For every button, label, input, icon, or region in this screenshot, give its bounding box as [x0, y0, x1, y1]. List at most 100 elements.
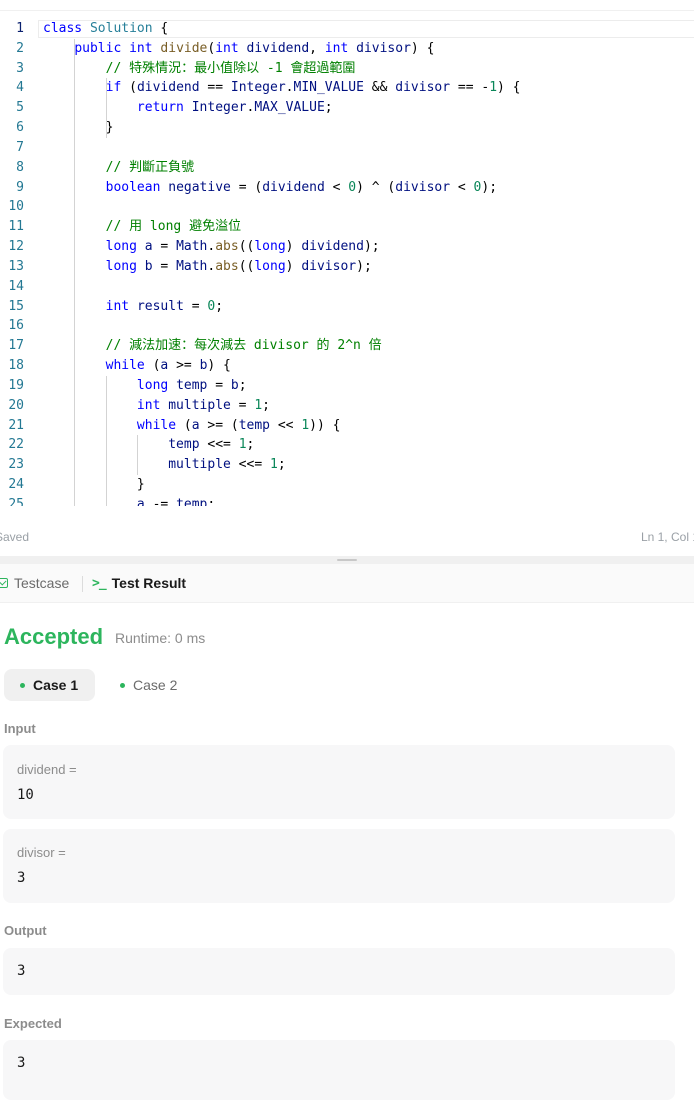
code-line[interactable]: 7 [0, 138, 694, 158]
code-text: boolean negative = (dividend < 0) ^ (div… [43, 178, 497, 198]
code-token: while [136, 417, 177, 433]
expected-value: 3 [17, 1055, 26, 1071]
code-token: = ( [230, 179, 263, 195]
input-dividend-name: dividend = [17, 762, 77, 777]
code-token: ; [238, 377, 247, 393]
code-token: a [144, 239, 153, 255]
tab-testcase-label: Testcase [14, 575, 70, 591]
code-token: (( [238, 239, 255, 255]
code-line[interactable]: 15 int result = 0; [0, 297, 694, 317]
code-token: // 判斷正負號 [105, 159, 195, 175]
code-token: MAX_VALUE [254, 100, 325, 116]
code-token: ); [481, 179, 498, 195]
code-line[interactable]: 24 } [0, 475, 694, 495]
code-token: int [105, 298, 130, 314]
code-text: a -= temp; [43, 495, 215, 506]
case-2-tab[interactable]: Case 2 [104, 669, 194, 701]
code-token: ; [262, 397, 270, 413]
code-line[interactable]: 18 while (a >= b) { [0, 356, 694, 376]
code-line[interactable]: 23 multiple <<= 1; [0, 455, 694, 475]
code-token: ( [144, 358, 161, 374]
code-token: && [363, 80, 396, 96]
case-1-label: Case 1 [33, 677, 79, 693]
terminal-icon: >_ [92, 575, 107, 591]
code-token: // 特殊情況：最小值除以 -1 會超過範圍 [105, 60, 356, 76]
code-line[interactable]: 1 class Solution { [0, 19, 694, 39]
code-line[interactable]: 4 if (dividend == Integer.MIN_VALUE && d… [0, 78, 694, 98]
code-line[interactable]: 19 long temp = b; [0, 376, 694, 396]
case-1-tab[interactable]: Case 1 [4, 669, 95, 701]
code-line[interactable]: 22 temp <<= 1; [0, 435, 694, 455]
save-status: Saved [0, 530, 30, 544]
line-number: 4 [16, 80, 24, 96]
code-editor[interactable]: 1 class Solution {2 public int divide(int… [0, 0, 694, 556]
code-line[interactable]: 17 // 減法加速：每次減去 divisor 的 2^n 倍 [0, 336, 694, 356]
pass-dot-icon [120, 682, 125, 688]
code-line[interactable]: 12 long a = Math.abs((long) dividend); [0, 237, 694, 257]
code-token: ); [363, 239, 380, 255]
line-number: 15 [8, 298, 24, 314]
code-token: abs [215, 258, 239, 274]
code-token: Integer [191, 100, 247, 116]
checkbox-icon [0, 578, 8, 588]
code-line[interactable]: 14 [0, 277, 694, 297]
code-text: multiple <<= 1; [43, 455, 285, 475]
tab-divider [82, 576, 83, 592]
code-token: ) ^ ( [356, 179, 396, 195]
code-line[interactable]: 11 // 用 long 避免溢位 [0, 217, 694, 237]
code-line[interactable]: 16 [0, 316, 694, 336]
code-token: = [207, 377, 231, 393]
indent-guide [136, 435, 138, 476]
code-line[interactable]: 3 // 特殊情況：最小值除以 -1 會超過範圍 [0, 59, 694, 79]
indent-guide [105, 78, 107, 138]
code-token: <<= [230, 457, 270, 473]
tab-testcase[interactable]: Testcase [0, 575, 69, 591]
code-line[interactable]: 2 public int divide(int dividend, int di… [0, 39, 694, 59]
code-text: } [43, 118, 114, 138]
code-line[interactable]: 9 boolean negative = (dividend < 0) ^ (d… [0, 178, 694, 198]
line-number: 21 [8, 417, 24, 433]
code-line[interactable]: 21 while (a >= (temp << 1)) { [0, 416, 694, 436]
line-number: 14 [8, 278, 24, 294]
code-line[interactable]: 25 a -= temp; [0, 495, 694, 506]
code-token: dividend [246, 40, 310, 56]
line-number: 8 [16, 159, 24, 175]
code-token: ( [121, 80, 137, 96]
code-line[interactable]: 8 // 判斷正負號 [0, 158, 694, 178]
code-token: divisor [395, 179, 451, 195]
tab-test-result-label: Test Result [111, 575, 187, 591]
code-token: divisor [301, 258, 357, 274]
line-number: 19 [8, 377, 24, 393]
resize-grip-icon [337, 559, 357, 561]
code-token: = [183, 298, 208, 314]
code-line[interactable]: 13 long b = Math.abs((long) divisor); [0, 257, 694, 277]
line-number: 10 [8, 199, 24, 215]
line-number: 3 [16, 60, 24, 76]
code-line[interactable]: 20 int multiple = 1; [0, 396, 694, 416]
code-line[interactable]: 10 [0, 197, 694, 217]
code-token: temp [176, 496, 208, 506]
code-area[interactable]: 1 class Solution {2 public int divide(int… [0, 19, 694, 506]
code-token: long [254, 258, 286, 274]
line-number: 22 [8, 437, 24, 453]
tab-test-result[interactable]: >_ Test Result [92, 575, 186, 591]
code-line[interactable]: 6 } [0, 118, 694, 138]
expected-label: Expected [4, 1016, 62, 1031]
code-token: int [324, 40, 349, 56]
code-token: ) [285, 258, 302, 274]
panel-resize-handle[interactable] [0, 556, 694, 564]
code-token: negative [168, 179, 231, 195]
code-token: ; [246, 437, 255, 453]
code-text: if (dividend == Integer.MIN_VALUE && div… [43, 78, 521, 98]
code-line[interactable]: 5 return Integer.MAX_VALUE; [0, 98, 694, 118]
editor-status-bar: Saved Ln 1, Col 1 [0, 526, 694, 548]
